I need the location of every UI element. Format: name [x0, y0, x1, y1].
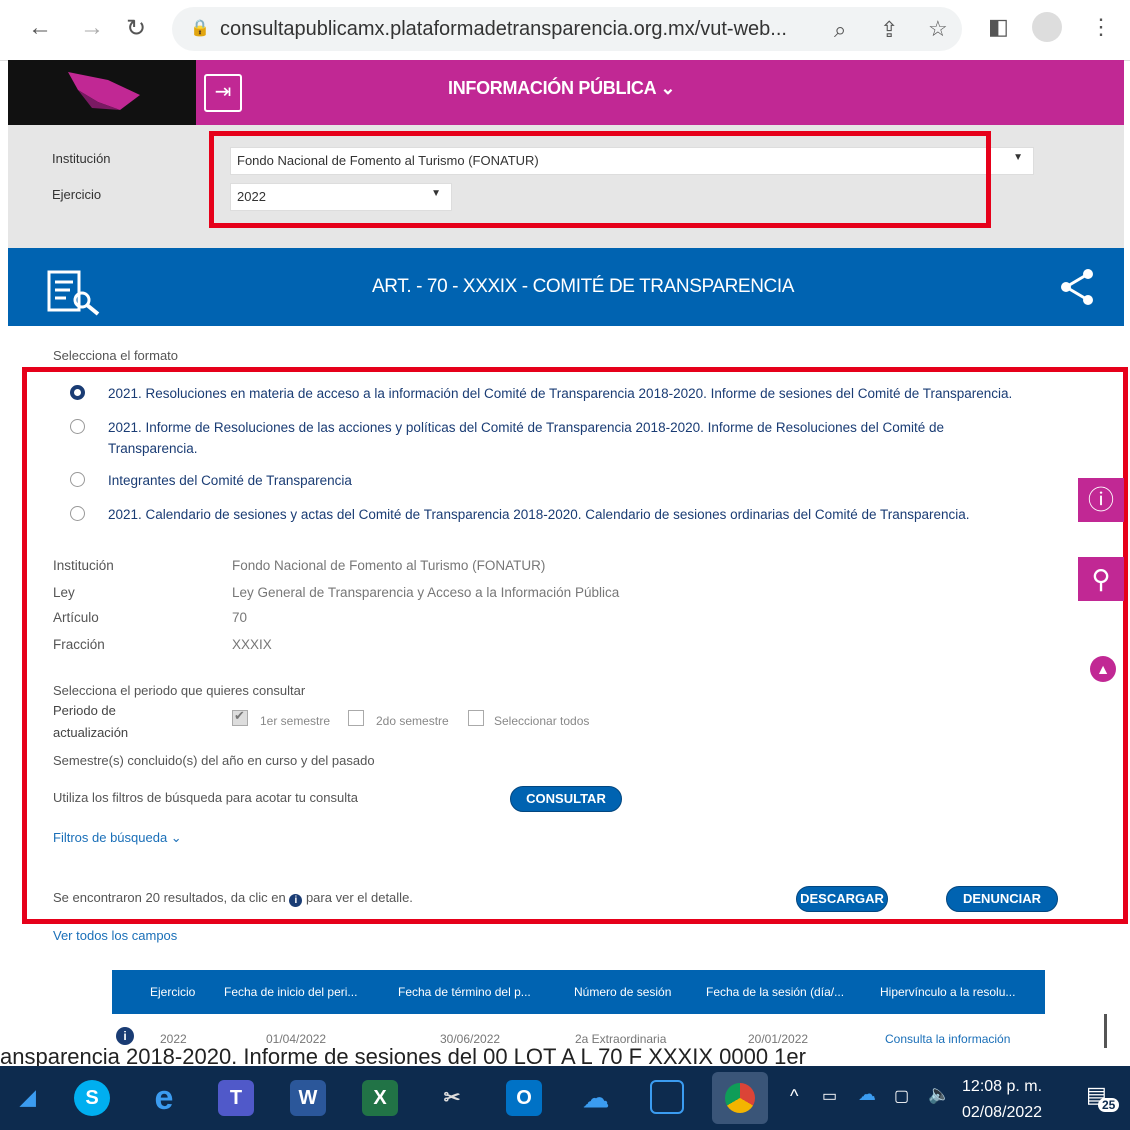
window-app-icon[interactable] [650, 1080, 684, 1114]
section-title: ART. - 70 - XXXIX - COMITÉ DE TRANSPAREN… [372, 276, 794, 297]
document-search-icon [47, 270, 100, 316]
caret-down-icon: ▼ [1013, 152, 1023, 163]
institucion-label: Institución [52, 151, 111, 166]
url-text: consultapublicamx.plataformadetransparen… [220, 18, 787, 40]
tray-chevron-icon[interactable]: ^ [790, 1086, 798, 1107]
snipping-tool-icon[interactable]: ✂ [434, 1080, 470, 1116]
search-tool-icon[interactable]: ⚲ [1078, 557, 1124, 601]
login-icon[interactable]: ⇥ [204, 74, 242, 112]
teams-icon[interactable]: T [218, 1080, 254, 1116]
background-document-text: ansparencia 2018-2020. Informe de sesion… [0, 1044, 806, 1066]
clock[interactable]: 12:08 p. m. 02/08/2022 [962, 1074, 1042, 1126]
alert-icon[interactable]: ⓘ [1078, 478, 1124, 522]
excel-icon[interactable]: X [362, 1080, 398, 1116]
notification-count: 25 [1098, 1098, 1120, 1112]
share-icon[interactable]: ⇪ [880, 17, 898, 43]
column-header[interactable]: Fecha de la sesión (día/... [706, 985, 844, 999]
bookmark-star-icon[interactable]: ☆ [928, 16, 948, 42]
onedrive-icon[interactable]: ☁ [578, 1080, 614, 1116]
highlight-box-content [22, 367, 1128, 924]
zoom-icon[interactable]: ⌕ [834, 17, 846, 43]
section-banner: ART. - 70 - XXXIX - COMITÉ DE TRANSPAREN… [8, 248, 1124, 326]
chrome-icon[interactable] [712, 1072, 768, 1124]
address-bar[interactable]: 🔒 consultapublicamx.plataformadetranspar… [172, 7, 962, 51]
format-label: Selecciona el formato [53, 348, 179, 363]
ver-todos-link[interactable]: Ver todos los campos [53, 928, 177, 943]
column-header[interactable]: Hipervínculo a la resolu... [880, 985, 1015, 999]
scroll-up-icon[interactable]: ▲ [1090, 656, 1116, 682]
volume-icon[interactable]: 🔈 [928, 1084, 950, 1105]
cloud-icon[interactable]: ☁ [858, 1084, 876, 1105]
menu-dots-icon[interactable]: ⋮ [1090, 14, 1112, 40]
informacion-publica-menu[interactable]: INFORMACIÓN PÚBLICA ⌄ [448, 78, 675, 99]
profile-avatar[interactable] [1032, 12, 1062, 42]
taskbar: ◢ S e T W X ✂ O ☁ ^ ▭ ☁ ▢ 🔈 12:08 p. m. … [0, 1066, 1130, 1130]
clock-date: 02/08/2022 [962, 1104, 1043, 1121]
battery-icon[interactable]: ▭ [822, 1086, 837, 1106]
word-icon[interactable]: W [290, 1080, 326, 1116]
header-title: INFORMACIÓN PÚBLICA [448, 78, 656, 98]
column-header[interactable]: Ejercicio [150, 985, 195, 999]
clock-time: 12:08 p. m. [962, 1078, 1043, 1095]
edge-icon[interactable]: e [146, 1080, 182, 1116]
ejercicio-label: Ejercicio [52, 187, 102, 202]
mail-app-icon[interactable]: ◢ [10, 1080, 46, 1116]
column-header[interactable]: Fecha de inicio del peri... [224, 985, 357, 999]
column-header[interactable]: Fecha de término del p... [398, 985, 531, 999]
lock-icon: 🔒 [190, 20, 210, 37]
back-icon[interactable]: ← [28, 14, 52, 42]
sidepanel-icon[interactable]: ◧ [988, 14, 1009, 40]
outlook-icon[interactable]: O [506, 1080, 542, 1116]
network-icon[interactable]: ▢ [894, 1086, 909, 1106]
reload-icon[interactable]: ↻ [126, 14, 146, 43]
browser-toolbar: ← → ↻ 🔒 consultapublicamx.plataformadetr… [0, 0, 1130, 61]
column-header[interactable]: Número de sesión [574, 985, 671, 999]
scrollbar[interactable] [1104, 1014, 1107, 1048]
chevron-down-icon: ⌄ [660, 78, 676, 98]
skype-icon[interactable]: S [74, 1080, 110, 1116]
logo-mark [68, 72, 140, 110]
share-icon[interactable] [1058, 268, 1096, 306]
logo [8, 60, 196, 125]
row-info-icon[interactable]: i [116, 1027, 134, 1045]
forward-icon[interactable]: → [80, 14, 104, 42]
table-header: Ejercicio Fecha de inicio del peri... Fe… [112, 970, 1045, 1014]
highlight-box-filters [209, 131, 991, 228]
